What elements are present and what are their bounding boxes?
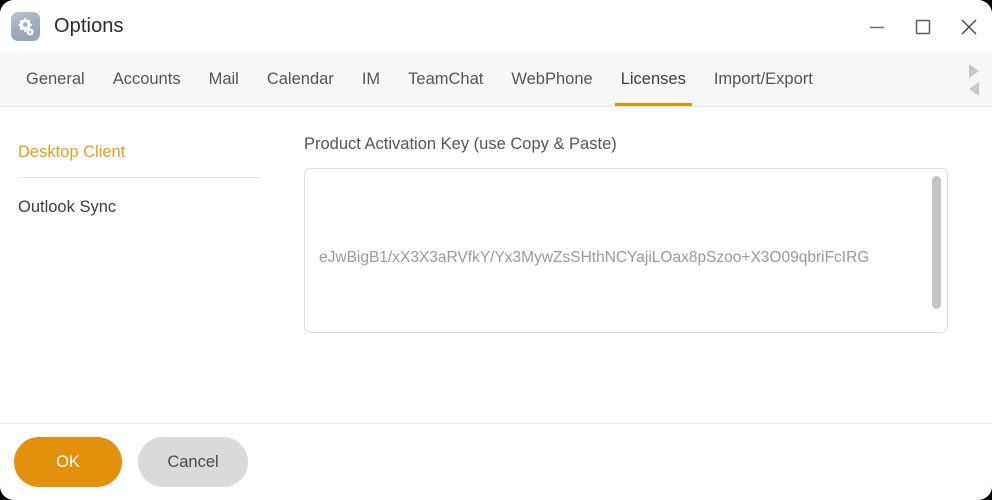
activation-key-text[interactable]: eJwBigB1/xX3X3aRVfkY/Yx3MywZsSHthNCYajiL… [319, 182, 913, 332]
options-dialog: Options General Accounts Mail Calendar I… [0, 0, 992, 500]
ok-button[interactable]: OK [14, 437, 122, 487]
window-controls [854, 0, 992, 53]
tab-scroll-controls [956, 53, 992, 106]
activation-key-field[interactable]: eJwBigB1/xX3X3aRVfkY/Yx3MywZsSHthNCYajiL… [304, 168, 948, 333]
dialog-footer: OK Cancel [0, 423, 992, 500]
tab-import-export[interactable]: Import/Export [700, 53, 827, 106]
title-bar: Options [0, 0, 992, 53]
gear-icon [11, 12, 40, 41]
sidebar-item-outlook-sync[interactable]: Outlook Sync [0, 190, 278, 227]
main-panel: Product Activation Key (use Copy & Paste… [278, 107, 992, 423]
content-area: Desktop Client Outlook Sync Product Acti… [0, 107, 992, 423]
tab-teamchat[interactable]: TeamChat [394, 53, 497, 106]
arrow-left-icon[interactable] [969, 81, 979, 96]
cancel-button[interactable]: Cancel [138, 437, 248, 487]
tab-im[interactable]: IM [348, 53, 394, 106]
tab-bar: General Accounts Mail Calendar IM TeamCh… [0, 53, 992, 107]
sidebar-item-desktop-client[interactable]: Desktop Client [0, 135, 278, 172]
minimize-icon[interactable] [854, 0, 900, 53]
tab-webphone[interactable]: WebPhone [497, 53, 606, 106]
tab-general[interactable]: General [12, 53, 99, 106]
tab-accounts[interactable]: Accounts [99, 53, 195, 106]
scrollbar-thumb[interactable] [932, 176, 941, 309]
tab-licenses[interactable]: Licenses [607, 53, 700, 106]
activation-key-label: Product Activation Key (use Copy & Paste… [304, 135, 617, 153]
activation-key-line: eJwBigB1/xX3X3aRVfkY/Yx3MywZsSHthNCYajiL… [319, 249, 870, 266]
activation-key-scrollbar[interactable] [932, 176, 941, 325]
close-icon[interactable] [946, 0, 992, 53]
tab-mail[interactable]: Mail [195, 53, 253, 106]
tab-calendar[interactable]: Calendar [253, 53, 348, 106]
arrow-right-icon[interactable] [969, 63, 979, 78]
maximize-icon[interactable] [900, 0, 946, 53]
sidebar: Desktop Client Outlook Sync [0, 107, 278, 423]
window-title: Options [54, 15, 124, 37]
sidebar-divider [18, 177, 260, 178]
